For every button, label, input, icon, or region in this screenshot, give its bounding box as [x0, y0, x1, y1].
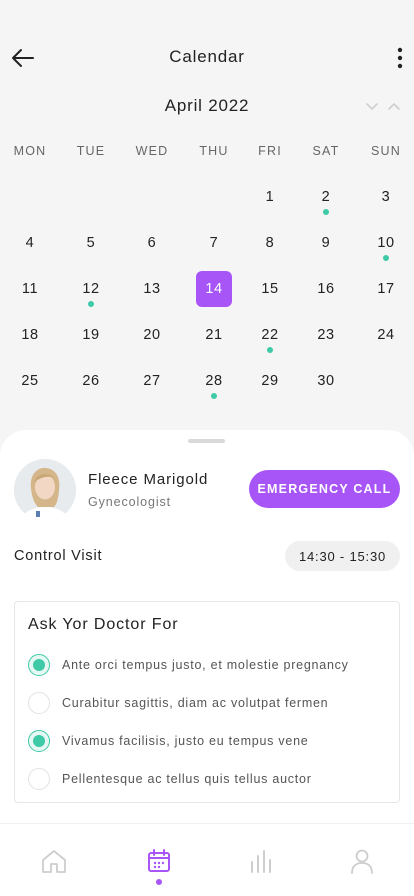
ask-item[interactable]: Curabitur sagittis, diam ac volutpat fer… [28, 692, 388, 714]
ask-item-text: Ante orci tempus justo, et molestie preg… [62, 658, 349, 672]
calendar-day-14[interactable]: 14 [196, 271, 232, 307]
stats-icon [251, 850, 271, 873]
calendar-day-30[interactable]: 30 [308, 363, 344, 399]
emergency-call-button[interactable]: EMERGENCY CALL [249, 470, 400, 508]
nav-home[interactable] [39, 846, 69, 876]
doctor-name: Fleece Marigold [88, 471, 209, 488]
appointment-dot [211, 393, 217, 399]
calendar-day-22[interactable]: 22 [252, 317, 288, 353]
ask-item-text: Vivamus facilisis, justo eu tempus vene [62, 734, 309, 748]
calendar-grid: 1 2 3 4 5 6 7 8 9 10 11 12 13 14 15 16 17 18 19 20 21 22 23 24 2… [0, 0, 414, 420]
calendar-day-6[interactable]: 6 [134, 225, 170, 261]
ask-item[interactable]: Pellentesque ac tellus quis tellus aucto… [28, 768, 388, 790]
avatar [14, 459, 76, 521]
calendar-day-7[interactable]: 7 [196, 225, 232, 261]
calendar-day-11[interactable]: 11 [12, 271, 48, 307]
calendar-day-5[interactable]: 5 [73, 225, 109, 261]
ask-item-text: Pellentesque ac tellus quis tellus aucto… [62, 772, 312, 786]
profile-icon [351, 849, 373, 874]
calendar-day-25[interactable]: 25 [12, 363, 48, 399]
calendar-day-23[interactable]: 23 [308, 317, 344, 353]
appointment-dot [88, 301, 94, 307]
ask-item[interactable]: Ante orci tempus justo, et molestie preg… [28, 654, 388, 676]
calendar-day-18[interactable]: 18 [12, 317, 48, 353]
nav-profile[interactable] [347, 846, 377, 876]
calendar-day-28[interactable]: 28 [196, 363, 232, 399]
calendar-day-1[interactable]: 1 [252, 179, 288, 215]
calendar-icon [148, 849, 170, 872]
calendar-day-21[interactable]: 21 [196, 317, 232, 353]
calendar-day-9[interactable]: 9 [308, 225, 344, 261]
calendar-day-12[interactable]: 12 [73, 271, 109, 307]
nav-calendar[interactable] [144, 846, 174, 885]
nav-stats[interactable] [245, 846, 275, 876]
radio-checked-icon[interactable] [28, 654, 50, 676]
active-indicator [156, 879, 162, 885]
appointment-dot [323, 209, 329, 215]
calendar-day-13[interactable]: 13 [134, 271, 170, 307]
radio-unchecked-icon[interactable] [28, 768, 50, 790]
calendar-day-24[interactable]: 24 [368, 317, 404, 353]
calendar-day-8[interactable]: 8 [252, 225, 288, 261]
calendar-day-10[interactable]: 10 [368, 225, 404, 261]
ask-doctor-title: Ask Yor Doctor For [28, 616, 179, 633]
calendar-day-27[interactable]: 27 [134, 363, 170, 399]
calendar-day-29[interactable]: 29 [252, 363, 288, 399]
visit-label: Control Visit [14, 548, 103, 564]
calendar-day-26[interactable]: 26 [73, 363, 109, 399]
doctor-specialty: Gynecologist [88, 495, 172, 509]
calendar-day-16[interactable]: 16 [308, 271, 344, 307]
bottom-nav [0, 823, 414, 896]
home-icon [42, 850, 66, 873]
sheet-handle[interactable] [188, 439, 225, 443]
calendar-day-15[interactable]: 15 [252, 271, 288, 307]
calendar-day-2[interactable]: 2 [308, 179, 344, 215]
calendar-day-19[interactable]: 19 [73, 317, 109, 353]
radio-unchecked-icon[interactable] [28, 692, 50, 714]
calendar-day-4[interactable]: 4 [12, 225, 48, 261]
visit-time-badge: 14:30 - 15:30 [285, 541, 400, 571]
radio-checked-icon[interactable] [28, 730, 50, 752]
appointment-dot [383, 255, 389, 261]
calendar-day-3[interactable]: 3 [368, 179, 404, 215]
ask-item-text: Curabitur sagittis, diam ac volutpat fer… [62, 696, 329, 710]
ask-doctor-card: Ask Yor Doctor For Ante orci tempus just… [14, 601, 400, 803]
ask-item[interactable]: Vivamus facilisis, justo eu tempus vene [28, 730, 388, 752]
calendar-day-20[interactable]: 20 [134, 317, 170, 353]
calendar-day-17[interactable]: 17 [368, 271, 404, 307]
appointment-dot [267, 347, 273, 353]
